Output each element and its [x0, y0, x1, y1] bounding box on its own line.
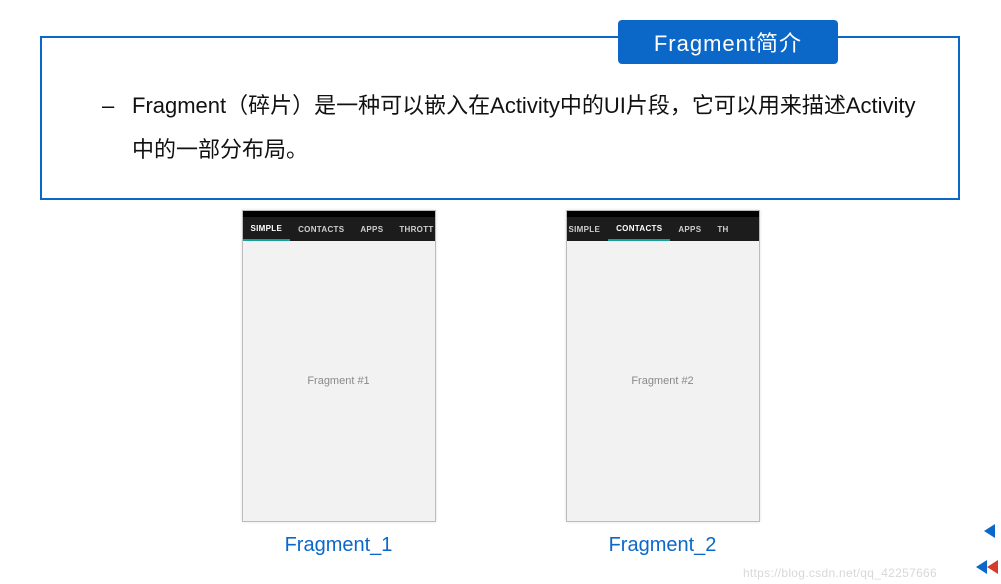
tabbar-right: SIMPLE CONTACTS APPS TH [566, 217, 759, 241]
phone-wrap-right: SIMPLE CONTACTS APPS TH Fragment #2 Frag… [566, 210, 760, 557]
tab-contacts[interactable]: CONTACTS [290, 217, 352, 241]
description-text: Fragment（碎片）是一种可以嵌入在Activity中的UI片段，它可以用来… [132, 84, 922, 172]
phone-right: SIMPLE CONTACTS APPS TH Fragment #2 [566, 210, 760, 522]
tab-throttle[interactable]: THROTT [391, 217, 434, 241]
tab-apps[interactable]: APPS [352, 217, 391, 241]
tab-contacts[interactable]: CONTACTS [608, 217, 670, 241]
tab-apps[interactable]: APPS [670, 217, 709, 241]
description: – Fragment（碎片）是一种可以嵌入在Activity中的UI片段，它可以… [102, 84, 922, 172]
phone-left: SIMPLE CONTACTS APPS THROTT Fragment #1 [242, 210, 436, 522]
phone-body-left: Fragment #1 [243, 241, 435, 521]
tab-throttle[interactable]: TH [709, 217, 736, 241]
prev-icon[interactable] [984, 524, 995, 538]
phone-body-right: Fragment #2 [567, 241, 759, 521]
caption-right: Fragment_2 [609, 534, 717, 557]
nav-arrows [976, 524, 995, 574]
fragment-label: Fragment #1 [307, 375, 369, 387]
phone-wrap-left: SIMPLE CONTACTS APPS THROTT Fragment #1 … [242, 210, 436, 557]
info-box: Fragment简介 – Fragment（碎片）是一种可以嵌入在Activit… [40, 36, 960, 200]
phone-row: SIMPLE CONTACTS APPS THROTT Fragment #1 … [0, 210, 1001, 557]
caption-left: Fragment_1 [285, 534, 393, 557]
fragment-label: Fragment #2 [631, 375, 693, 387]
tab-simple[interactable]: SIMPLE [566, 217, 609, 241]
bullet-dash: – [102, 84, 114, 128]
section-title: Fragment简介 [618, 20, 838, 64]
watermark: https://blog.csdn.net/qq_42257666 [743, 566, 937, 580]
next-icon[interactable] [976, 560, 995, 574]
tabbar-left: SIMPLE CONTACTS APPS THROTT [243, 217, 435, 241]
tab-simple[interactable]: SIMPLE [243, 217, 291, 241]
